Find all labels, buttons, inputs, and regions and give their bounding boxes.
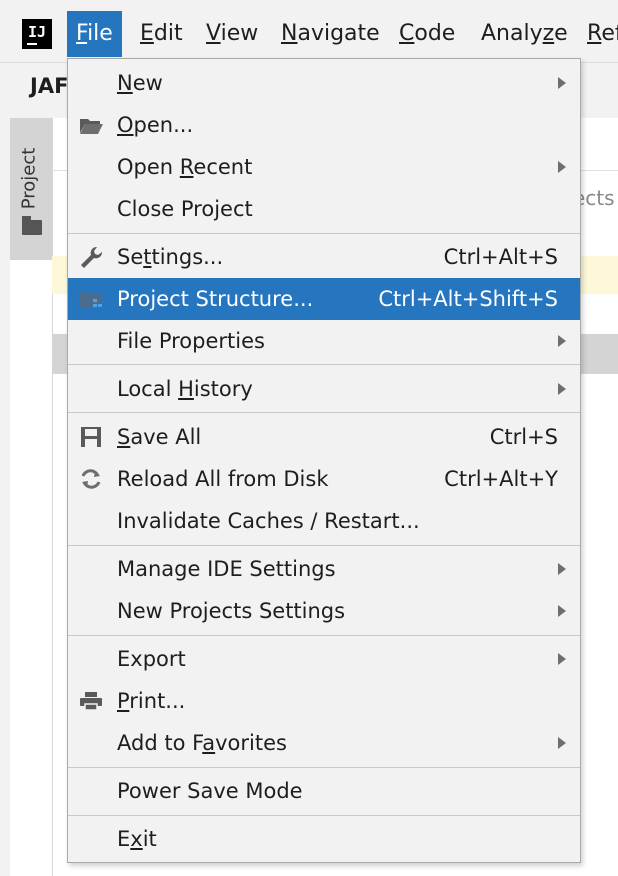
menu-separator [68, 233, 580, 234]
menu-item-reload-all[interactable]: Reload All from Disk Ctrl+Alt+Y [68, 458, 580, 500]
menu-edit[interactable]: Edit [140, 11, 183, 57]
file-menu-dropdown: New Open... Open Recent Close Project Se… [67, 58, 581, 863]
folder-icon [22, 216, 42, 235]
project-structure-icon [80, 292, 102, 308]
intellij-logo-icon: IJ [22, 19, 52, 49]
menu-separator [68, 364, 580, 365]
project-tab-label: Project [18, 147, 40, 210]
submenu-arrow-icon [558, 563, 566, 575]
menu-bar: IJ File Edit View Navigate Code Analyze … [0, 0, 618, 63]
menu-file[interactable]: File [67, 11, 122, 57]
menu-item-close-project[interactable]: Close Project [68, 188, 580, 230]
menu-separator [68, 635, 580, 636]
menu-item-exit[interactable]: Exit [68, 818, 580, 860]
menu-item-export[interactable]: Export [68, 638, 580, 680]
shortcut-label: Ctrl+S [489, 425, 558, 449]
menu-navigate[interactable]: Navigate [281, 11, 380, 57]
open-folder-icon [80, 119, 103, 134]
menu-item-local-history[interactable]: Local History [68, 368, 580, 410]
menu-code[interactable]: Code [399, 11, 455, 57]
menu-item-open[interactable]: Open... [68, 104, 580, 146]
shortcut-label: Ctrl+Alt+S [443, 245, 558, 269]
shortcut-label: Ctrl+Alt+Shift+S [378, 287, 558, 311]
menu-separator [68, 412, 580, 413]
menu-item-power-save-mode[interactable]: Power Save Mode [68, 770, 580, 812]
menu-refactor[interactable]: Ref [587, 11, 618, 57]
menu-item-new-projects-settings[interactable]: New Projects Settings [68, 590, 580, 632]
left-tool-strip [0, 118, 10, 876]
menu-analyze[interactable]: Analyze [481, 11, 568, 57]
submenu-arrow-icon [558, 383, 566, 395]
menu-item-settings[interactable]: Settings... Ctrl+Alt+S [68, 236, 580, 278]
reload-icon [81, 469, 101, 489]
submenu-arrow-icon [558, 605, 566, 617]
menu-separator [68, 545, 580, 546]
menu-item-add-to-favorites[interactable]: Add to Favorites [68, 722, 580, 764]
menu-item-print[interactable]: Print... [68, 680, 580, 722]
menu-separator [68, 767, 580, 768]
submenu-arrow-icon [558, 77, 566, 89]
submenu-arrow-icon [558, 335, 566, 347]
menu-view[interactable]: View [206, 11, 258, 57]
menu-item-open-recent[interactable]: Open Recent [68, 146, 580, 188]
submenu-arrow-icon [558, 737, 566, 749]
menu-item-file-properties[interactable]: File Properties [68, 320, 580, 362]
wrench-icon [81, 246, 103, 268]
menu-item-manage-ide-settings[interactable]: Manage IDE Settings [68, 548, 580, 590]
project-tool-tab[interactable]: Project [10, 118, 53, 260]
menu-item-invalidate-caches[interactable]: Invalidate Caches / Restart... [68, 500, 580, 542]
submenu-arrow-icon [558, 161, 566, 173]
menu-item-new[interactable]: New [68, 62, 580, 104]
project-name: JAF [30, 74, 69, 98]
menu-item-project-structure[interactable]: Project Structure... Ctrl+Alt+Shift+S [68, 278, 580, 320]
menu-separator [68, 815, 580, 816]
menu-item-save-all[interactable]: Save All Ctrl+S [68, 416, 580, 458]
print-icon [80, 692, 102, 711]
submenu-arrow-icon [558, 653, 566, 665]
shortcut-label: Ctrl+Alt+Y [444, 467, 558, 491]
save-icon [81, 427, 101, 447]
